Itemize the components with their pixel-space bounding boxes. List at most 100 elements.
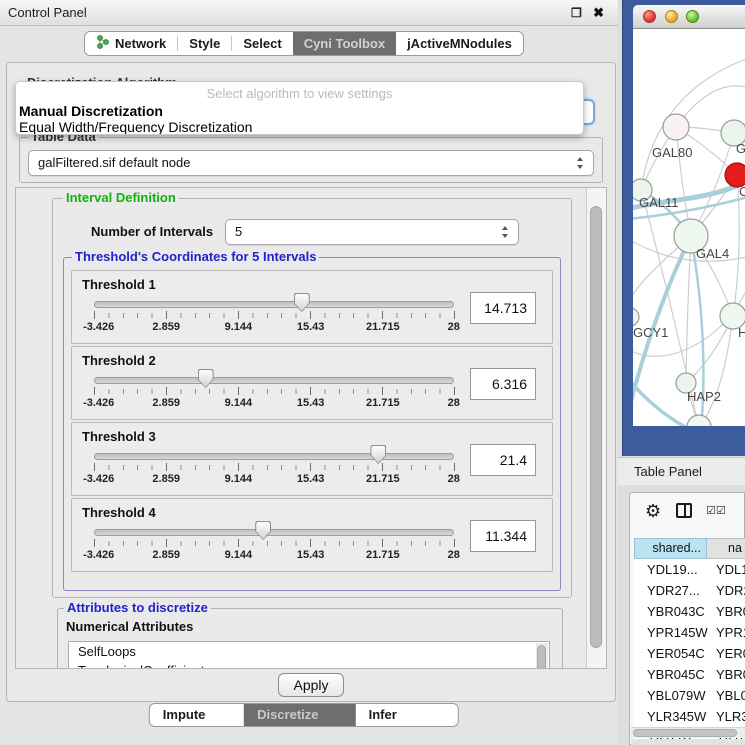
tab-jactivemnodules[interactable]: jActiveMNodules: [396, 32, 523, 55]
cell-name[interactable]: YBL0: [707, 685, 745, 706]
column-header-shared-name[interactable]: shared...: [634, 538, 707, 559]
cell-name[interactable]: YER0: [707, 643, 745, 664]
float-icon[interactable]: ❒: [571, 8, 582, 19]
cell-shared-name[interactable]: YPR145W: [634, 622, 707, 643]
attribute-list-item[interactable]: SelfLoops: [69, 642, 549, 661]
table-panel: ⚙ ☑☑ shared... na YDL19... YDL1 YDR27...: [629, 492, 745, 745]
table-scrollbar-thumb[interactable]: [633, 729, 737, 737]
scale-label: 28: [448, 397, 460, 409]
number-of-intervals-value: 5: [235, 224, 242, 239]
apply-button[interactable]: Apply: [278, 673, 344, 697]
slider-major-tick: [310, 463, 311, 471]
settings-scrollbar-thumb[interactable]: [590, 206, 602, 648]
column-header-name[interactable]: na: [707, 538, 745, 559]
table-row[interactable]: YBL079W YBL0: [634, 685, 745, 706]
network-canvas[interactable]: GAL80GALCGAL11GAL4GCY1HHAP2: [633, 29, 745, 426]
algorithm-dropdown-popup: Select algorithm to view settings Manual…: [15, 81, 584, 135]
table-data-group: Table Data galFiltered.sif default node: [19, 137, 603, 183]
settings-vertical-scrollbar[interactable]: [586, 188, 606, 668]
tab-discretize-data[interactable]: Discretize Data: [244, 704, 356, 726]
threshold-label: Threshold 2: [82, 353, 156, 368]
network-node[interactable]: [663, 114, 689, 140]
numerical-attributes-list[interactable]: SelfLoops TopologicalCoefficient Between…: [68, 641, 550, 669]
cell-shared-name[interactable]: YDL19...: [634, 559, 707, 580]
slider-track[interactable]: [94, 377, 454, 384]
cell-name[interactable]: YLR3: [707, 706, 745, 727]
threshold-panel: Threshold 2: [71, 346, 553, 420]
threshold-panel: Threshold 1: [71, 270, 553, 344]
tab-cyni-toolbox[interactable]: Cyni Toolbox: [293, 32, 396, 55]
minimize-traffic-light-icon[interactable]: [665, 10, 678, 23]
bottom-tabbar: Impute Data Discretize Data Infer Networ…: [149, 703, 459, 727]
gear-icon[interactable]: ⚙: [645, 501, 661, 521]
tab-select[interactable]: Select: [232, 32, 292, 55]
tab-infer-network[interactable]: Infer Network: [356, 704, 458, 726]
scale-label: 9.144: [225, 321, 253, 333]
list-scrollbar-thumb[interactable]: [537, 645, 546, 669]
select-columns-icon[interactable]: ☑☑: [706, 504, 726, 517]
table-row[interactable]: YPR145W YPR1: [634, 622, 745, 643]
cell-name[interactable]: YBR0: [707, 601, 745, 622]
threshold-panel: Threshold 4: [71, 498, 553, 572]
table-horizontal-scrollbar[interactable]: [631, 727, 745, 738]
cell-name[interactable]: YBR0: [707, 664, 745, 685]
table-row[interactable]: YER054C YER0: [634, 643, 745, 664]
algorithm-option-manual[interactable]: Manual Discretization: [19, 103, 163, 119]
slider-handle[interactable]: [198, 369, 214, 388]
slider-major-tick: [94, 463, 95, 471]
app-root: Control Panel ❒ ✖ Network: [0, 0, 745, 745]
cell-shared-name[interactable]: YLR345W: [634, 706, 707, 727]
slider-major-tick: [382, 463, 383, 471]
right-region: GAL80GALCGAL11GAL4GCY1HHAP2 Table Panel …: [618, 0, 745, 745]
table-row[interactable]: YBR045C YBR0: [634, 664, 745, 685]
scale-label: 28: [448, 321, 460, 333]
cell-name[interactable]: YDR2: [707, 580, 745, 601]
cell-name[interactable]: YDL1: [707, 559, 745, 580]
slider-handle[interactable]: [255, 521, 271, 540]
cell-name[interactable]: YPR1: [707, 622, 745, 643]
threshold-value-field[interactable]: 11.344: [470, 520, 536, 552]
cell-shared-name[interactable]: YBR045C: [634, 664, 707, 685]
cell-shared-name[interactable]: YBL079W: [634, 685, 707, 706]
slider-major-tick: [382, 539, 383, 547]
threshold-value-field[interactable]: 21.4: [470, 444, 536, 476]
network-node[interactable]: [633, 308, 639, 326]
scale-label: 15.43: [297, 549, 325, 561]
network-node[interactable]: [687, 415, 711, 426]
slider-handle[interactable]: [294, 293, 310, 312]
network-window-titlebar[interactable]: [633, 5, 745, 29]
network-icon: [96, 35, 109, 52]
table-row[interactable]: YDL19... YDL1: [634, 559, 745, 580]
slider-track[interactable]: [94, 301, 454, 308]
threshold-value-field[interactable]: 6.316: [470, 368, 536, 400]
tab-network[interactable]: Network: [85, 32, 177, 55]
close-icon[interactable]: ✖: [593, 5, 604, 21]
slider-handle[interactable]: [370, 445, 386, 464]
tab-impute-data[interactable]: Impute Data: [150, 704, 244, 726]
algorithm-option-equal-width[interactable]: Equal Width/Frequency Discretization: [19, 119, 252, 135]
cell-shared-name[interactable]: YER054C: [634, 643, 707, 664]
tab-style[interactable]: Style: [178, 32, 231, 55]
number-of-intervals-combobox[interactable]: 5: [225, 219, 519, 245]
slider-scale-labels: -3.426 2.859 9.144 15.43 21.715 28: [94, 549, 455, 562]
zoom-traffic-light-icon[interactable]: [686, 10, 699, 23]
list-scrollbar[interactable]: [536, 643, 548, 669]
threshold-value-field[interactable]: 14.713: [470, 292, 536, 324]
close-traffic-light-icon[interactable]: [643, 10, 656, 23]
table-data-combobox[interactable]: galFiltered.sif default node: [28, 150, 594, 176]
table-row[interactable]: YBR043C YBR0: [634, 601, 745, 622]
table-row[interactable]: YLR345W YLR3: [634, 706, 745, 727]
slider-track[interactable]: [94, 453, 454, 460]
thresholds-group-label: Threshold's Coordinates for 5 Intervals: [72, 250, 319, 264]
slider-major-tick: [310, 539, 311, 547]
slider-scale-labels: -3.426 2.859 9.144 15.43 21.715 28: [94, 321, 455, 334]
split-column-icon[interactable]: [676, 503, 692, 518]
attribute-list-item[interactable]: TopologicalCoefficient: [69, 661, 549, 669]
scale-label: 9.144: [225, 397, 253, 409]
cell-shared-name[interactable]: YBR043C: [634, 601, 707, 622]
slider-track[interactable]: [94, 529, 454, 536]
control-panel-titlebar: Control Panel ❒ ✖: [0, 0, 620, 26]
table-row[interactable]: YDR27... YDR2: [634, 580, 745, 601]
scale-label: 2.859: [152, 549, 180, 561]
cell-shared-name[interactable]: YDR27...: [634, 580, 707, 601]
